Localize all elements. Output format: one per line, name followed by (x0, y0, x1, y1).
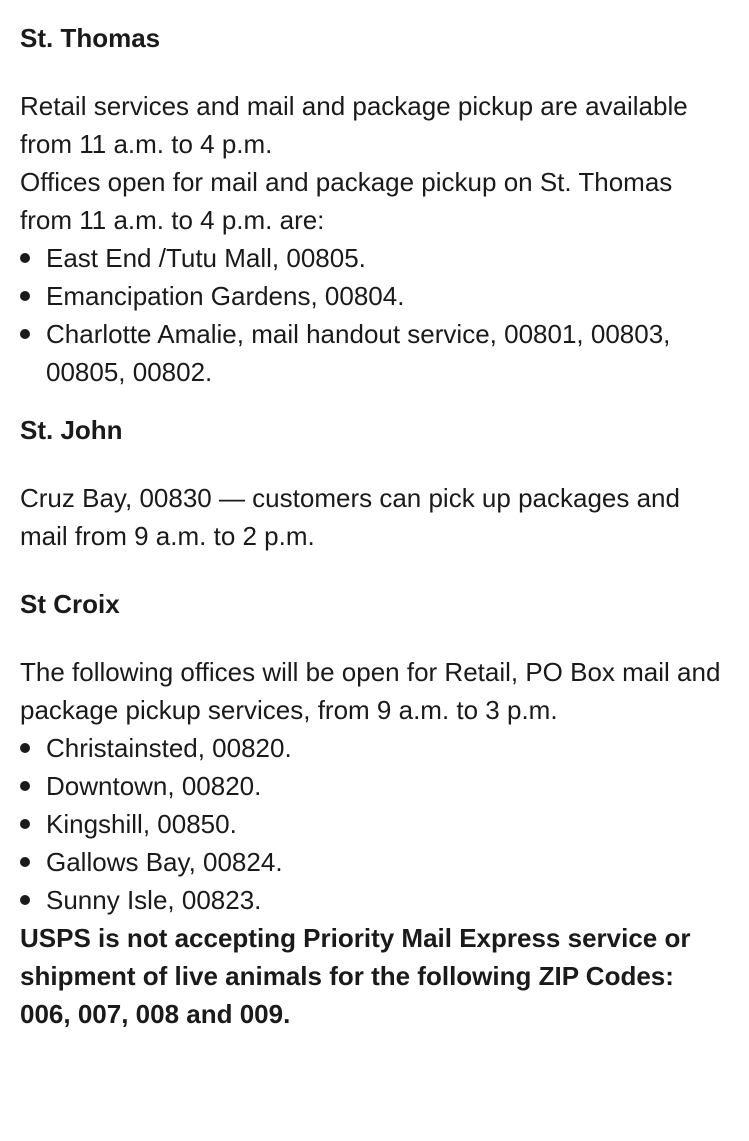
list-item: Christainsted, 00820. (20, 729, 729, 767)
bullet-icon (20, 253, 30, 263)
st-thomas-office-list: East End /Tutu Mall, 00805. Emancipation… (20, 239, 729, 391)
st-croix-office-list: Christainsted, 00820. Downtown, 00820. K… (20, 729, 729, 919)
document-page: St. Thomas Retail services and mail and … (0, 0, 749, 1141)
list-item: Downtown, 00820. (20, 767, 729, 805)
list-item: Kingshill, 00850. (20, 805, 729, 843)
section-heading-st-john: St. John (20, 415, 123, 445)
bullet-icon (20, 819, 30, 829)
bullet-icon (20, 895, 30, 905)
st-thomas-offices-intro: Offices open for mail and package pickup… (20, 167, 673, 235)
section-st-john: St. John Cruz Bay, 00830 — customers can… (20, 411, 729, 555)
list-item: Emancipation Gardens, 00804. (20, 277, 729, 315)
bullet-icon (20, 329, 30, 339)
bullet-icon (20, 291, 30, 301)
st-croix-text: The following offices will be open for R… (20, 657, 721, 725)
bullet-icon (20, 781, 30, 791)
st-thomas-hours-text: Retail services and mail and package pic… (20, 91, 688, 159)
st-john-text: Cruz Bay, 00830 — customers can pick up … (20, 483, 680, 551)
list-item: East End /Tutu Mall, 00805. (20, 239, 729, 277)
list-item: Gallows Bay, 00824. (20, 843, 729, 881)
list-item: Charlotte Amalie, mail handout service, … (20, 315, 729, 391)
bullet-icon (20, 857, 30, 867)
section-st-croix: St Croix The following offices will be o… (20, 585, 729, 919)
bullet-icon (20, 743, 30, 753)
section-heading-st-croix: St Croix (20, 589, 120, 619)
usps-notice: USPS is not accepting Priority Mail Expr… (20, 923, 691, 1029)
section-heading-st-thomas: St. Thomas (20, 23, 161, 53)
list-item: Sunny Isle, 00823. (20, 881, 729, 919)
section-st-thomas: St. Thomas Retail services and mail and … (20, 19, 729, 391)
